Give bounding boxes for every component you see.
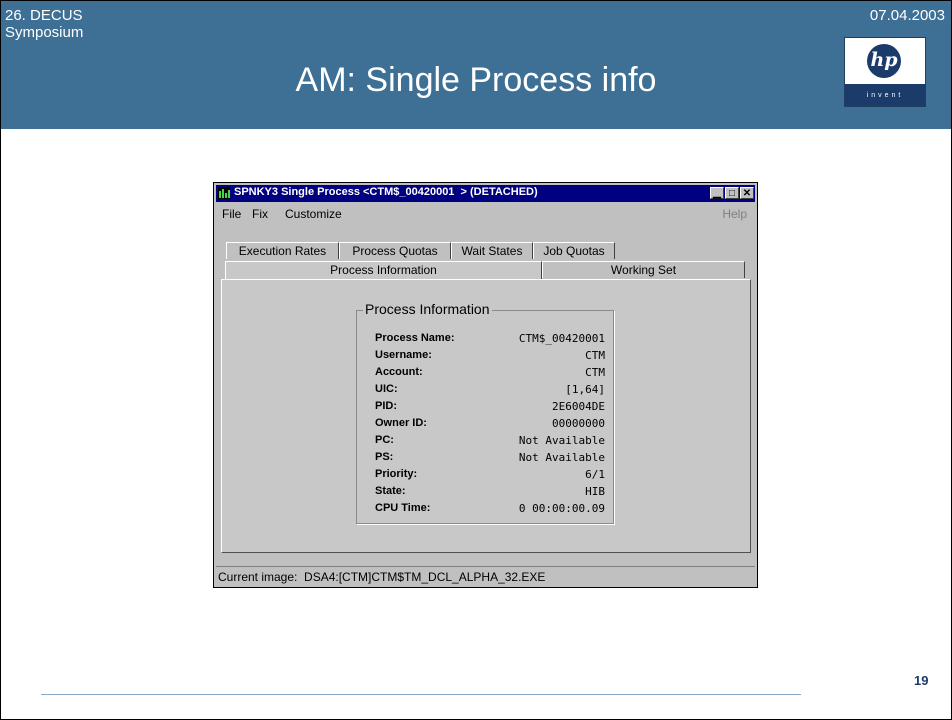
hp-logo-tagline: invent xyxy=(845,84,925,106)
tab-wait-states[interactable]: Wait States xyxy=(451,242,533,259)
tab-panel: Process Information Process Name: CTM$_00… xyxy=(221,279,751,553)
hp-logo: hp invent xyxy=(844,37,926,107)
field-value: CTM xyxy=(585,366,605,379)
slide-date: 07.04.2003 xyxy=(869,7,945,24)
field-row: PC: Not Available xyxy=(375,434,605,451)
tab-job-quotas[interactable]: Job Quotas xyxy=(533,242,615,259)
field-value: 0 00:00:00.09 xyxy=(518,502,605,515)
page-number: 19 xyxy=(914,673,929,688)
field-label: Process Name: xyxy=(375,332,455,344)
tab-process-information[interactable]: Process Information xyxy=(225,261,542,280)
field-label: UIC: xyxy=(375,383,398,395)
menu-help[interactable]: Help xyxy=(722,207,747,221)
window-title: SPNKY3 Single Process <CTM$_00420001 > (… xyxy=(234,186,538,198)
process-information-group: Process Information Process Name: CTM$_00… xyxy=(356,301,614,524)
field-label: Owner ID: xyxy=(375,417,427,429)
tab-working-set[interactable]: Working Set xyxy=(542,261,745,278)
field-row: Owner ID: 00000000 xyxy=(375,417,605,434)
field-row: Account: CTM xyxy=(375,366,605,383)
group-title: Process Information xyxy=(363,301,492,317)
field-value: HIB xyxy=(585,485,605,498)
menu-bar: File Fix Customize Help xyxy=(216,204,755,222)
slide-header: 26. DECUS Symposium 07.04.2003 AM: Singl… xyxy=(1,1,951,129)
field-label: PC: xyxy=(375,434,394,446)
status-bar: Current image: DSA4:[CTM]CTM$TM_DCL_ALPH… xyxy=(216,566,755,586)
field-value: 00000000 xyxy=(552,417,605,430)
slide-title: AM: Single Process info xyxy=(295,61,657,99)
maximize-button[interactable]: □ xyxy=(725,187,739,199)
current-image-text: Current image: DSA4:[CTM]CTM$TM_DCL_ALPH… xyxy=(218,570,546,584)
field-row: CPU Time: 0 00:00:00.09 xyxy=(375,502,605,519)
menu-fix[interactable]: Fix xyxy=(252,207,268,221)
tab-process-quotas[interactable]: Process Quotas xyxy=(339,242,451,259)
field-row: UIC: [1,64] xyxy=(375,383,605,400)
menu-file[interactable]: File xyxy=(222,207,241,221)
minimize-button[interactable]: ▁ xyxy=(710,187,724,199)
conference-name: 26. DECUS Symposium xyxy=(5,7,84,41)
field-value: Not Available xyxy=(518,451,605,464)
field-row: Priority: 6/1 xyxy=(375,468,605,485)
field-label: Account: xyxy=(375,366,423,378)
app-icon xyxy=(218,187,230,199)
field-value: 2E6004DE xyxy=(552,400,605,413)
field-value: CTM xyxy=(585,349,605,362)
single-process-window: SPNKY3 Single Process <CTM$_00420001 > (… xyxy=(213,182,758,588)
footer-divider xyxy=(41,694,801,695)
field-label: PID: xyxy=(375,400,397,412)
field-value: 6/1 xyxy=(585,468,605,481)
field-row: PS: Not Available xyxy=(375,451,605,468)
tab-execution-rates[interactable]: Execution Rates xyxy=(226,242,339,259)
field-row: PID: 2E6004DE xyxy=(375,400,605,417)
field-label: CPU Time: xyxy=(375,502,431,514)
field-row: State: HIB xyxy=(375,485,605,502)
field-label: State: xyxy=(375,485,406,497)
close-button[interactable]: ✕ xyxy=(740,187,754,199)
field-value: [1,64] xyxy=(565,383,605,396)
slide: 26. DECUS Symposium 07.04.2003 AM: Singl… xyxy=(0,0,952,720)
field-label: PS: xyxy=(375,451,394,463)
field-row: Username: CTM xyxy=(375,349,605,366)
window-titlebar[interactable]: SPNKY3 Single Process <CTM$_00420001 > (… xyxy=(216,185,755,202)
field-value: Not Available xyxy=(518,434,605,447)
field-label: Priority: xyxy=(375,468,418,480)
field-value: CTM$_00420001 xyxy=(518,332,605,345)
menu-customize[interactable]: Customize xyxy=(285,207,342,221)
hp-logo-mark: hp xyxy=(867,44,901,78)
field-row: Process Name: CTM$_00420001 xyxy=(375,332,605,349)
field-label: Username: xyxy=(375,349,432,361)
